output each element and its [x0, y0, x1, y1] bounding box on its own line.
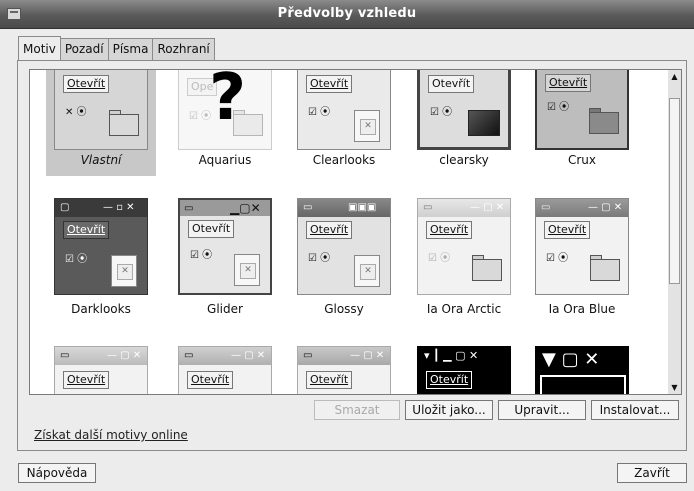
- preview-open-button: Otevřít: [63, 221, 110, 239]
- theme-preview: ▭ — ▢ ✕ Otevřít: [297, 346, 391, 394]
- edit-button[interactable]: Upravit...: [498, 400, 586, 420]
- theme-name: Glider: [207, 302, 243, 316]
- theme-item-vlastni[interactable]: Otevřít ✕ ⦿ Vlastní: [46, 70, 156, 176]
- theme-preview: Ope ☑ ⦿ ?: [178, 70, 272, 150]
- document-icon: [111, 255, 137, 287]
- preview-check-icon: ☑ ⦿: [308, 107, 331, 118]
- preview-check-icon: ☑ ⦿: [430, 107, 453, 118]
- preview-open-button: Otevřít: [545, 74, 592, 92]
- theme-name: Vlastní: [80, 153, 122, 167]
- theme-grid[interactable]: Otevřít ✕ ⦿ Vlastní Ope ☑ ⦿ ? Aquarius O…: [29, 69, 669, 395]
- missing-preview-icon: ?: [209, 70, 247, 135]
- theme-preview: Otevřít ☑ ⦿: [417, 70, 511, 150]
- theme-item-glossy[interactable]: ▭ ▣▣▣ Otevřít ☑ ⦿ Glossy: [289, 198, 399, 322]
- theme-item[interactable]: ▼ ▢ ✕: [527, 346, 637, 394]
- folder-icon: [472, 255, 502, 281]
- scroll-down-icon[interactable]: ▼: [669, 382, 680, 393]
- theme-item[interactable]: ▭ — ▢ ✕ Otevřít: [170, 346, 280, 394]
- theme-item-clearlooks[interactable]: Otevřít ☑ ⦿ Clearlooks: [289, 70, 399, 176]
- install-button[interactable]: Instalovat...: [591, 400, 679, 420]
- preview-check-icon: ☑ ⦿: [308, 253, 331, 264]
- preview-open-button: Otevřít: [306, 221, 353, 239]
- help-button[interactable]: Nápověda: [18, 463, 96, 483]
- scrollbar-thumb[interactable]: [669, 98, 680, 284]
- theme-preview: Otevřít ✕ ⦿: [54, 70, 148, 150]
- get-more-themes-link[interactable]: Získat další motivy online: [34, 428, 188, 442]
- preview-check-icon: ☑ ⦿: [189, 111, 212, 122]
- preview-open-button: Otevřít: [306, 371, 353, 389]
- theme-preview: ▼ ▢ ✕: [535, 346, 629, 394]
- preview-check-icon: ☑ ⦿: [65, 254, 88, 265]
- scroll-up-icon[interactable]: ▲: [669, 71, 680, 82]
- preview-open-button: Otevřít: [428, 75, 475, 93]
- theme-preview: Otevřít ☑ ⦿: [297, 70, 391, 150]
- preview-check-icon: ☑ ⦿: [428, 253, 451, 264]
- save-as-button[interactable]: Uložit jako...: [405, 400, 493, 420]
- theme-item[interactable]: ▭ — ▢ ✕ Otevřít: [46, 346, 156, 394]
- preview-open-button: Otevřít: [306, 75, 353, 93]
- preview-open-button: Otevřít: [63, 371, 110, 389]
- tab-bar: Motiv Pozadí Písma Rozhraní: [18, 36, 215, 60]
- theme-item-ia-ora-blue[interactable]: ▭ — ▢ ✕ Otevřít ☑ ⦿ Ia Ora Blue: [527, 198, 637, 322]
- close-button[interactable]: Zavřít: [617, 463, 687, 483]
- window-title: Předvolby vzhledu: [277, 6, 417, 21]
- theme-item-glider[interactable]: ▭ ▁▢✕ Otevřít ☑ ⦿ Glider: [170, 198, 280, 322]
- preview-open-button: Otevřít: [187, 371, 234, 389]
- preview-check-icon: ☑ ⦿: [190, 250, 213, 261]
- tab-pozadi[interactable]: Pozadí: [59, 38, 109, 60]
- theme-name: Glossy: [324, 302, 364, 316]
- theme-name: clearsky: [439, 153, 489, 167]
- document-icon: [354, 255, 380, 287]
- preview-check-icon: ☑ ⦿: [546, 253, 569, 264]
- theme-item-ia-ora-arctic[interactable]: ▭ — ▢ ✕ Otevřít ☑ ⦿ Ia Ora Arctic: [409, 198, 519, 322]
- theme-name: Ia Ora Blue: [548, 302, 616, 316]
- preview-open-button: Otevřít: [426, 371, 473, 389]
- theme-preview: ▭ — ▢ ✕ Otevřít ☑ ⦿: [535, 198, 629, 295]
- preview-open-button: Otevřít: [188, 220, 235, 238]
- theme-name: Clearlooks: [312, 153, 376, 167]
- theme-item-clearsky[interactable]: Otevřít ☑ ⦿ clearsky: [409, 70, 519, 176]
- tab-motiv[interactable]: Motiv: [18, 36, 61, 60]
- delete-button[interactable]: Smazat: [314, 400, 400, 420]
- theme-item[interactable]: ▾ ┃ ▁ ▢ ✕ Otevřít: [409, 346, 519, 394]
- folder-icon: [590, 255, 620, 281]
- theme-preview: ▢ — ▫ ✕ Otevřít ☑ ⦿: [54, 198, 148, 295]
- theme-item[interactable]: ▭ — ▢ ✕ Otevřít: [289, 346, 399, 394]
- theme-item-crux[interactable]: Otevřít ☑ ⦿ Crux: [527, 70, 637, 176]
- window-titlebar: Předvolby vzhledu: [0, 0, 694, 29]
- theme-preview: ▭ — ▢ ✕ Otevřít: [54, 346, 148, 394]
- theme-grid-scrollbar[interactable]: ▲ ▼: [668, 69, 682, 395]
- theme-item-darklooks[interactable]: ▢ — ▫ ✕ Otevřít ☑ ⦿ Darklooks: [46, 198, 156, 322]
- theme-preview: ▾ ┃ ▁ ▢ ✕ Otevřít: [417, 346, 511, 394]
- folder-icon: [109, 110, 139, 136]
- theme-item-aquarius[interactable]: Ope ☑ ⦿ ? Aquarius: [170, 70, 280, 176]
- folder-icon: [589, 108, 619, 134]
- monitor-icon: [468, 110, 500, 136]
- theme-preview: Otevřít ☑ ⦿: [535, 70, 629, 150]
- preview-check-icon: ☑ ⦿: [547, 102, 570, 113]
- preview-check-icon: ✕ ⦿: [65, 107, 87, 118]
- tab-rozhrani[interactable]: Rozhraní: [152, 38, 215, 60]
- theme-name: Crux: [567, 153, 597, 167]
- theme-preview: ▭ — ▢ ✕ Otevřít ☑ ⦿: [417, 198, 511, 295]
- theme-name: Darklooks: [71, 302, 131, 316]
- preview-open-button: Otevřít: [544, 221, 591, 239]
- document-icon: [234, 254, 260, 286]
- theme-name: Ia Ora Arctic: [426, 302, 502, 316]
- theme-name: Aquarius: [198, 153, 252, 167]
- theme-preview: ▭ ▣▣▣ Otevřít ☑ ⦿: [297, 198, 391, 295]
- document-icon: [354, 110, 380, 142]
- preview-open-button: Otevřít: [63, 75, 110, 93]
- theme-preview: ▭ ▁▢✕ Otevřít ☑ ⦿: [178, 198, 272, 295]
- theme-preview: ▭ — ▢ ✕ Otevřít: [178, 346, 272, 394]
- preview-open-button: Otevřít: [426, 221, 473, 239]
- tab-pisma[interactable]: Písma: [107, 38, 154, 60]
